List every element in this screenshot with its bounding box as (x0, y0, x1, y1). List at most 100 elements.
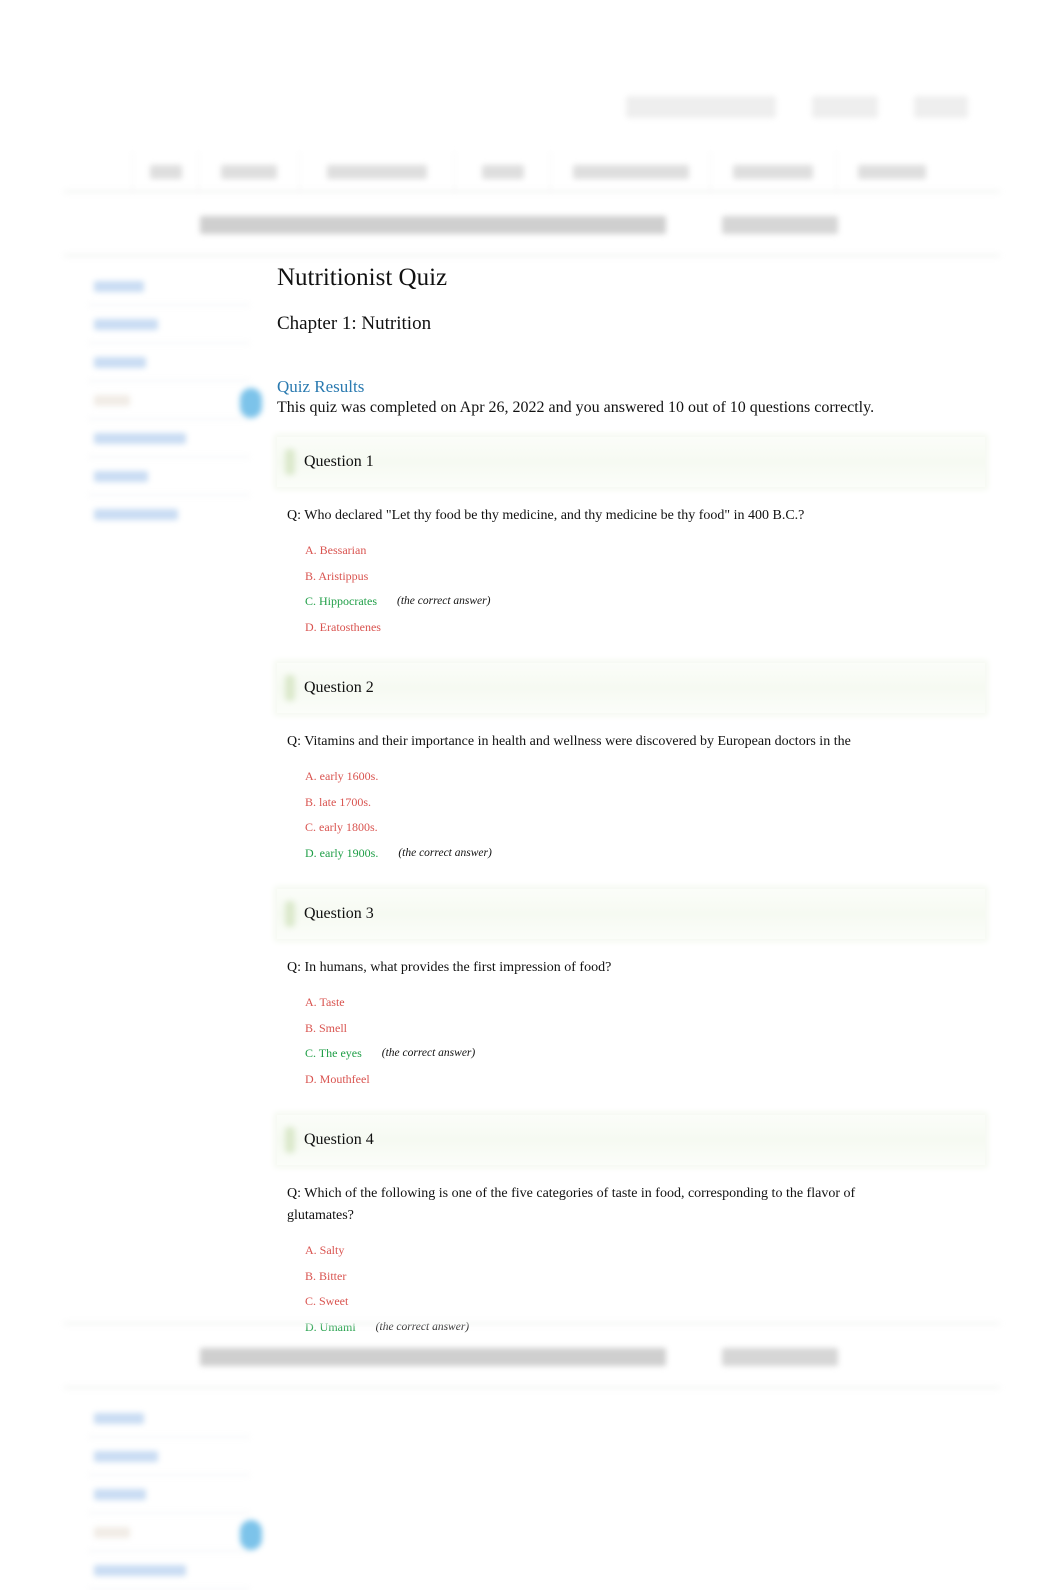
divider (64, 254, 1000, 257)
sidebar-item[interactable] (88, 306, 250, 344)
divider (64, 1386, 1000, 1389)
nav-item[interactable] (132, 152, 198, 192)
question-text: Q: In humans, what provides the first im… (287, 960, 612, 975)
answer-text: D. Eratosthenes (305, 619, 381, 634)
quiz-results-link[interactable]: Quiz Results (277, 377, 364, 397)
sidebar-bottom (88, 1400, 262, 1590)
question-label: Question 4 (304, 1131, 374, 1148)
question-header: Question 4 (277, 1115, 985, 1165)
sidebar-item[interactable] (88, 1476, 250, 1514)
status-accent-icon (285, 1127, 295, 1153)
answer-text: A. early 1600s. (305, 769, 379, 783)
answer-option-incorrect: C. early 1800s. (305, 820, 987, 846)
answer-option-incorrect: A. early 1600s. (305, 769, 987, 795)
answer-text: A. Bessarian (305, 543, 367, 557)
nav-item[interactable] (835, 152, 948, 192)
sidebar-item[interactable] (88, 420, 250, 458)
answer-option-incorrect: A. Salty (305, 1243, 987, 1269)
nav-item[interactable] (298, 152, 455, 192)
answer-option-correct: C. The eyes (the correct answer) (305, 1046, 987, 1072)
answer-option-incorrect: D. Mouthfeel (305, 1072, 987, 1098)
answer-list: A. early 1600s. B. late 1700s. C. early 18… (305, 769, 987, 871)
status-accent-icon (285, 449, 295, 475)
answer-list: A. Taste B. Smell C. The eyes (the correct … (305, 995, 987, 1097)
answer-option-incorrect: B. Smell (305, 1021, 987, 1047)
question-header: Question 1 (277, 437, 985, 487)
question-label: Question 2 (304, 679, 374, 696)
nav-item[interactable] (454, 152, 550, 192)
nav-item[interactable] (198, 152, 298, 192)
sidebar (88, 268, 262, 532)
sidebar-item[interactable] (88, 1514, 262, 1552)
sidebar-item[interactable] (88, 458, 250, 496)
banner-subtitle (722, 1348, 838, 1366)
status-accent-icon (285, 901, 295, 927)
document-banner (200, 216, 838, 234)
main-content: Nutritionist Quiz Chapter 1: Nutrition Q… (277, 262, 987, 1345)
sidebar-item[interactable] (88, 1552, 250, 1590)
answer-list: A. Bessarian B. Aristippus C. Hippocrates (… (305, 543, 987, 645)
answer-text: B. Aristippus (305, 568, 369, 583)
answer-option-correct: D. early 1900s. (the correct answer) (305, 846, 987, 872)
question-block: Question 2 Q: Vitamins and their importan… (277, 663, 987, 871)
banner-subtitle (722, 216, 838, 234)
answer-option-incorrect: B. Aristippus (305, 569, 987, 595)
question-label: Question 1 (304, 453, 374, 470)
banner-title (200, 1348, 666, 1366)
sidebar-item[interactable] (88, 382, 262, 420)
answer-text: A. Taste (305, 995, 345, 1009)
sidebar-item[interactable] (88, 268, 250, 306)
page-title: Nutritionist Quiz (277, 264, 448, 291)
answer-option-incorrect: A. Taste (305, 995, 987, 1021)
login-link[interactable] (812, 96, 878, 118)
question-text: Q: Who declared "Let thy food be thy med… (287, 508, 805, 523)
answer-option-incorrect: C. Sweet (305, 1294, 987, 1320)
answer-text: C. early 1800s. (305, 820, 378, 834)
answer-text: D. Mouthfeel (305, 1071, 370, 1086)
correct-answer-note: (the correct answer) (396, 595, 491, 607)
answer-text: A. Salty (305, 1243, 345, 1257)
answer-option-incorrect: A. Bessarian (305, 543, 987, 569)
answer-text: D. early 1900s. (305, 845, 379, 860)
answer-text: B. late 1700s. (305, 794, 371, 809)
answer-text: B. Bitter (305, 1268, 347, 1283)
divider (64, 190, 1000, 193)
nav-item[interactable] (550, 152, 710, 192)
question-block: Question 3 Q: In humans, what provides th… (277, 889, 987, 1097)
answer-option-incorrect: B. Bitter (305, 1269, 987, 1295)
answer-option-correct: C. Hippocrates (the correct answer) (305, 594, 987, 620)
sidebar-item[interactable] (88, 496, 250, 532)
question-list: Question 1 Q: Who declared "Let thy food … (277, 437, 987, 1345)
sidebar-item[interactable] (88, 1400, 250, 1438)
answer-list: A. Salty B. Bitter C. Sweet D. Umami (the co… (305, 1243, 987, 1345)
question-text: Q: Vitamins and their importance in heal… (287, 734, 851, 749)
sidebar-toggle-button[interactable] (240, 1520, 262, 1550)
question-block: Question 4 Q: Which of the following is o… (277, 1115, 987, 1345)
document-banner-bottom (200, 1348, 838, 1366)
question-header: Question 2 (277, 663, 985, 713)
top-utility-bar (626, 96, 968, 118)
search-box[interactable] (626, 96, 776, 118)
sidebar-toggle-button[interactable] (240, 388, 262, 418)
signup-link[interactable] (914, 96, 968, 118)
answer-text: C. Hippocrates (305, 594, 377, 608)
divider (64, 1322, 1000, 1325)
nav-item[interactable] (710, 152, 836, 192)
answer-option-incorrect: B. late 1700s. (305, 795, 987, 821)
answer-text: B. Smell (305, 1020, 348, 1035)
main-nav (132, 150, 948, 194)
answer-option-incorrect: D. Eratosthenes (305, 620, 987, 646)
question-label: Question 3 (304, 905, 374, 922)
chapter-title: Chapter 1: Nutrition (277, 313, 432, 334)
answer-text: C. Sweet (305, 1294, 349, 1308)
banner-title (200, 216, 666, 234)
sidebar-item[interactable] (88, 344, 250, 382)
status-accent-icon (285, 675, 295, 701)
quiz-summary: This quiz was completed on Apr 26, 2022 … (277, 399, 875, 416)
question-header: Question 3 (277, 889, 985, 939)
question-text: Q: Which of the following is one of the … (287, 1186, 856, 1223)
answer-text: C. The eyes (305, 1046, 362, 1060)
question-block: Question 1 Q: Who declared "Let thy food … (277, 437, 987, 645)
sidebar-item[interactable] (88, 1438, 250, 1476)
correct-answer-note: (the correct answer) (398, 846, 492, 859)
